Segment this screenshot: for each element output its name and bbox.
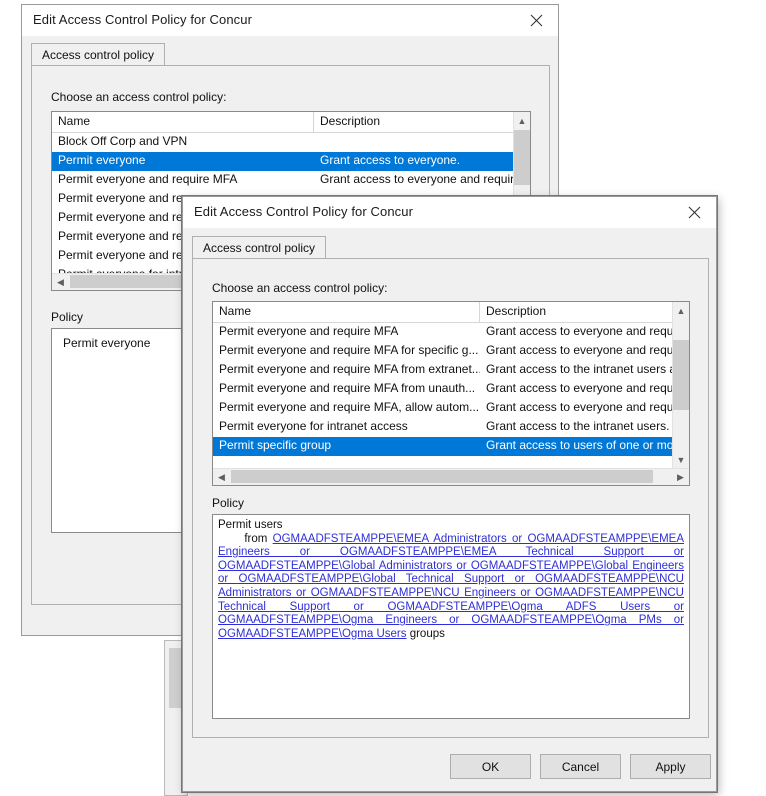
scrollbar-thumb[interactable] [673,340,689,410]
policy-text-groups-suffix: groups [406,627,445,640]
column-header-description-front[interactable]: Description [480,302,672,322]
close-icon[interactable] [514,5,558,35]
apply-button[interactable]: Apply [630,754,711,779]
front-dialog-tabpage: Choose an access control policy: Name De… [192,258,709,738]
listview-rows-front: Permit everyone and require MFA Grant ac… [213,323,689,456]
chevron-down-icon[interactable]: ▼ [673,451,689,468]
front-dialog-button-row: OK Cancel Apply [450,754,711,779]
cell-name: Permit everyone and require MFA for spec… [219,343,479,357]
column-header-name-front[interactable]: Name [213,302,480,322]
cell-description: Grant access to everyone and requir. [320,172,513,186]
close-icon-glyph [530,14,542,26]
policy-label-back: Policy [51,310,84,324]
cell-description: Grant access to everyone and requir. [486,343,672,357]
cell-description: Grant access to everyone and requir. [486,400,672,414]
background-window-sliver-inner [169,648,181,708]
cell-name: Permit everyone and require MFA from una… [219,381,476,395]
chevron-left-icon[interactable]: ◀ [213,469,230,485]
policy-groups-paragraph: from OGMAADFSTEAMPPE\EMEA Administrators… [218,533,684,642]
listview-vertical-scrollbar-front[interactable]: ▲ ▼ [672,302,689,468]
chevron-left-icon[interactable]: ◀ [52,274,69,290]
chevron-up-icon[interactable]: ▲ [673,302,689,319]
cell-name: Permit specific group [219,438,332,452]
table-row[interactable]: Permit everyone and require MFA from ext… [213,361,689,380]
cell-name: Permit everyone for intranet access [219,419,408,433]
cell-description: Grant access to everyone and requir. [486,381,672,395]
choose-policy-label-front: Choose an access control policy: [212,281,388,295]
back-dialog-title: Edit Access Control Policy for Concur [33,12,253,27]
table-row[interactable]: Permit everyone and require MFA, allow a… [213,399,689,418]
cell-name: Permit everyone and require MFA [219,324,399,338]
cell-description: Grant access to everyone and requir. [486,324,672,338]
front-dialog-titlebar: Edit Access Control Policy for Concur [183,197,716,228]
cell-name: Block Off Corp and VPN [58,134,188,148]
close-icon-glyph [688,206,700,218]
listview-horizontal-scrollbar-front[interactable]: ◀ ▶ [213,468,689,485]
cell-description: Grant access to the intranet users. [486,419,670,433]
table-row[interactable]: Permit everyone and require MFA Grant ac… [213,323,689,342]
cell-description [314,133,513,152]
cell-description: Grant access to everyone. [320,153,461,167]
cell-name: Permit everyone [58,153,146,167]
close-icon[interactable] [672,197,716,227]
chevron-up-icon[interactable]: ▲ [514,112,530,129]
ok-button[interactable]: OK [450,754,531,779]
cancel-button[interactable]: Cancel [540,754,621,779]
back-dialog-titlebar: Edit Access Control Policy for Concur [22,5,558,36]
listview-header-front: Name Description [213,302,689,323]
tab-access-control-policy-back[interactable]: Access control policy [31,43,166,66]
listview-header-back: Name Description [52,112,530,133]
cell-description: Grant access to users of one or more [486,438,672,452]
policy-text-permit-users: Permit users [218,519,283,531]
table-row[interactable]: Permit specific group Grant access to us… [213,437,689,456]
table-row[interactable]: Permit everyone and require MFA from una… [213,380,689,399]
scrollbar-thumb-horizontal[interactable] [231,470,653,483]
policy-label-front: Policy [212,496,245,510]
scrollbar-thumb[interactable] [514,130,530,185]
cell-name: Permit everyone and require MFA from ext… [219,362,480,376]
table-row[interactable]: Block Off Corp and VPN [52,133,530,152]
policy-line-permit-users: Permit users [218,519,684,533]
cell-name: Permit everyone and require MFA [58,172,238,186]
table-row[interactable]: Permit everyone and require MFA for spec… [213,342,689,361]
front-dialog-title: Edit Access Control Policy for Concur [194,204,414,219]
column-header-description-back[interactable]: Description [314,112,513,132]
policy-textbox-front[interactable]: Permit users from OGMAADFSTEAMPPE\EMEA A… [212,514,690,719]
front-dialog: Edit Access Control Policy for Concur Ac… [182,196,717,792]
column-header-name-back[interactable]: Name [52,112,314,132]
policy-text-from-prefix: from [218,532,273,545]
table-row[interactable]: Permit everyone and require MFA Grant ac… [52,171,530,190]
table-row[interactable]: Permit everyone for intranet access Gran… [213,418,689,437]
chevron-right-icon[interactable]: ▶ [672,469,689,485]
policy-groups-link[interactable]: OGMAADFSTEAMPPE\EMEA Administrators or O… [218,533,684,640]
choose-policy-label-back: Choose an access control policy: [51,90,227,104]
policy-listview-front[interactable]: Name Description Permit everyone and req… [212,301,690,486]
cell-description: Grant access to the intranet users an [486,362,672,376]
tab-access-control-policy-front[interactable]: Access control policy [192,236,327,259]
cell-name: Permit everyone and require MFA, allow a… [219,400,480,414]
table-row[interactable]: Permit everyone Grant access to everyone… [52,152,530,171]
